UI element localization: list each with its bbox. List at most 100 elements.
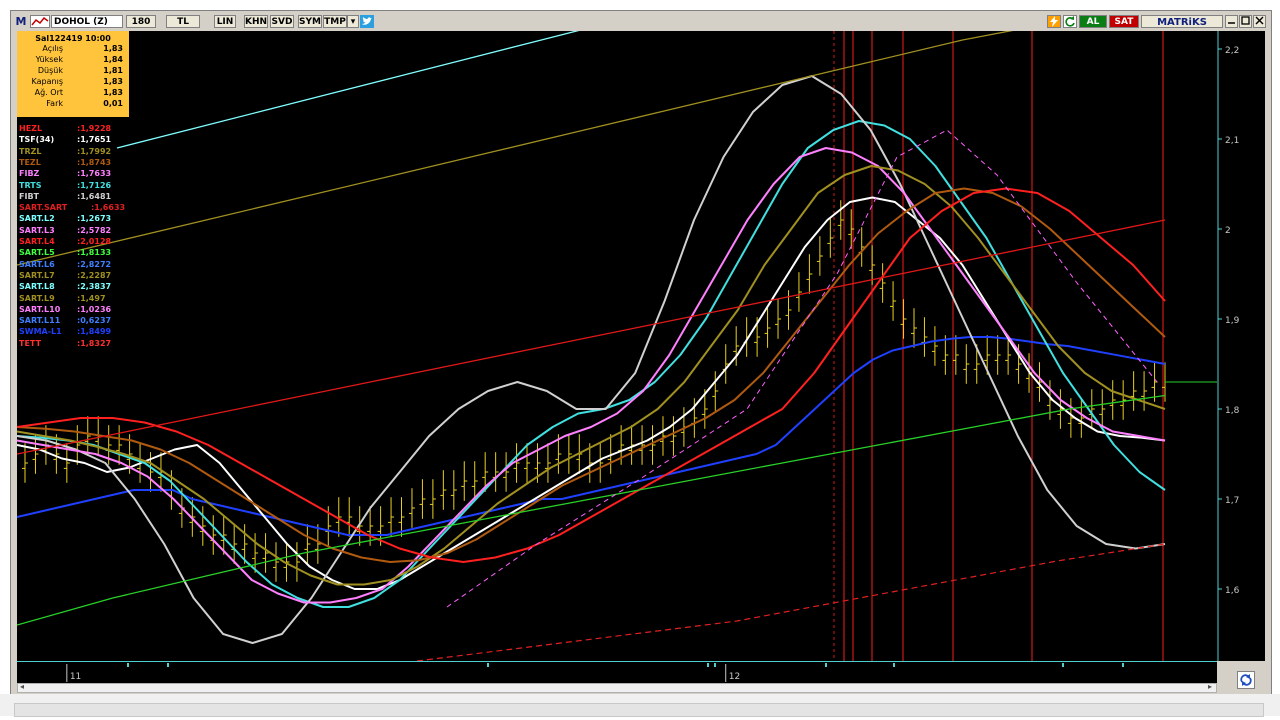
buy-button[interactable]: AL: [1079, 15, 1107, 28]
price-bar: [659, 416, 666, 456]
x-marker: [127, 663, 129, 667]
minimize-icon[interactable]: [1225, 15, 1238, 28]
legend-item[interactable]: HEZL:1,9228: [19, 124, 111, 133]
y-tick-label: 2: [1225, 226, 1231, 236]
legend-item[interactable]: TEZL:1,8743: [19, 157, 111, 167]
legend-item[interactable]: FIBT:1,6481: [19, 192, 111, 201]
x-tick-label: 11: [70, 672, 81, 682]
legend-item[interactable]: SART.L2:1,2673: [19, 214, 111, 223]
price-bar: [503, 452, 510, 492]
info-value-diff: 0,01: [103, 99, 123, 108]
symbol-field[interactable]: DOHOL (Z): [51, 15, 123, 28]
dropdown-arrow-icon[interactable]: ▾: [347, 15, 359, 28]
series-line[interactable]: [116, 21, 613, 149]
legend-item[interactable]: SART.L5 :1,8133: [19, 248, 111, 258]
sym-button[interactable]: SYM: [298, 15, 322, 28]
series-line[interactable]: [16, 165, 1166, 586]
maximize-icon[interactable]: [1239, 15, 1252, 28]
legend-item[interactable]: FIBZ:1,7633: [19, 169, 111, 178]
svd-button[interactable]: SVD: [270, 15, 294, 28]
series-line[interactable]: [16, 21, 1058, 266]
price-bar: [795, 272, 802, 312]
legend-value: :1,6633: [91, 203, 126, 213]
refresh-icon[interactable]: [1063, 15, 1077, 28]
info-label-high: Yüksek: [35, 55, 63, 64]
legend-name: SART.L5: [19, 248, 55, 258]
currency-button[interactable]: TL: [166, 15, 200, 28]
sync-icon[interactable]: [1237, 671, 1255, 689]
legend-name: SART.L4: [19, 237, 55, 246]
legend-item[interactable]: SART.L7:2,2287: [19, 271, 111, 280]
x-tick-label: 12: [729, 672, 740, 682]
legend-item[interactable]: SART.L4:2,0128: [19, 237, 111, 246]
legend-value: :1,6481: [77, 191, 112, 201]
price-bar: [450, 470, 457, 510]
price-bar: [565, 434, 572, 474]
price-bar: [1141, 371, 1148, 411]
x-marker: [825, 663, 827, 667]
price-bar: [921, 317, 928, 357]
legend-item[interactable]: TRZL:1,7992: [19, 146, 111, 156]
legend-item[interactable]: SART.L11:0,6237: [19, 316, 111, 325]
price-bar: [597, 443, 604, 483]
legend-item[interactable]: SART.SART :1,6633: [19, 203, 125, 213]
tmp-button[interactable]: TMP: [323, 15, 347, 28]
legend-item[interactable]: TRTS:1,7126: [19, 181, 111, 190]
sell-button[interactable]: SAT: [1109, 15, 1139, 28]
info-date: Sal122419 10:00: [35, 34, 111, 43]
y-tick-label: 1,6: [1225, 586, 1240, 596]
price-bar: [388, 497, 395, 537]
price-bar: [84, 416, 91, 456]
price-chart[interactable]: [16, 21, 1217, 662]
scroll-left-arrow-icon[interactable]: ◂: [20, 682, 24, 691]
scroll-right-arrow-icon[interactable]: ▸: [1208, 682, 1212, 691]
sart-lower-band-line: [416, 543, 1166, 662]
legend-item[interactable]: SART.L3:2,5782: [19, 225, 111, 235]
legend-item[interactable]: SART.L6:2,8272: [19, 260, 111, 269]
legend-value: :1,7633: [77, 169, 112, 179]
legend-item[interactable]: SWMA-L1:1,8499: [19, 327, 111, 336]
twitter-icon[interactable]: [360, 15, 374, 28]
info-label-open: Açılış: [42, 44, 63, 53]
khn-button[interactable]: KHN: [244, 15, 268, 28]
period-field[interactable]: 180: [126, 15, 156, 28]
info-value-open: 1,83: [103, 44, 123, 53]
close-icon[interactable]: [1253, 15, 1266, 28]
legend-item[interactable]: SART.L10:1,0236: [19, 305, 111, 314]
chart-horizontal-scrollbar[interactable]: ◂ ▸: [17, 682, 1217, 693]
legend-value: :1,8133: [77, 248, 112, 258]
legend-name: TEZL: [19, 157, 41, 167]
price-bar: [1109, 380, 1116, 420]
legend-name: SART.SART: [19, 203, 68, 213]
y-axis: 2,2 2,1 2 1,9 1,8 1,7 1,6: [1217, 31, 1265, 661]
legend-value: :2,2287: [77, 270, 112, 280]
series-line[interactable]: [16, 187, 1166, 563]
y-tick-label: 2,1: [1225, 136, 1239, 146]
legend-item[interactable]: SART.L9:1,497: [19, 293, 106, 303]
series-line[interactable]: [16, 147, 1166, 604]
legend-value: :0,6237: [77, 316, 112, 326]
series-line[interactable]: [16, 187, 1166, 563]
legend-item[interactable]: TSF(34):1,7651: [19, 135, 111, 144]
price-bar: [639, 425, 646, 465]
info-value-high: 1,84: [103, 55, 123, 64]
price-bar: [492, 452, 499, 492]
price-bar: [210, 515, 217, 555]
chart-type-icon[interactable]: [30, 15, 50, 28]
legend-item[interactable]: TETT:1,8327: [19, 339, 111, 348]
series-line[interactable]: [16, 75, 1166, 644]
x-marker: [707, 663, 709, 667]
price-bar: [1067, 398, 1074, 438]
chart-plot-area[interactable]: [16, 21, 1217, 662]
lin-scale-button[interactable]: LIN: [214, 15, 236, 28]
price-bar: [1120, 380, 1127, 420]
legend-value: :1,8327: [77, 338, 112, 348]
legend-value: :1,8499: [77, 327, 112, 337]
legend-name: SART.L9: [19, 293, 55, 303]
window-horizontal-scrollbar[interactable]: [14, 703, 1264, 717]
legend-name: SART.L3: [19, 225, 55, 235]
legend-item[interactable]: SART.L8:2,3837: [19, 282, 111, 291]
price-bar: [764, 308, 771, 348]
legend-name: TRZL: [19, 146, 42, 156]
lightning-icon[interactable]: [1047, 15, 1061, 28]
